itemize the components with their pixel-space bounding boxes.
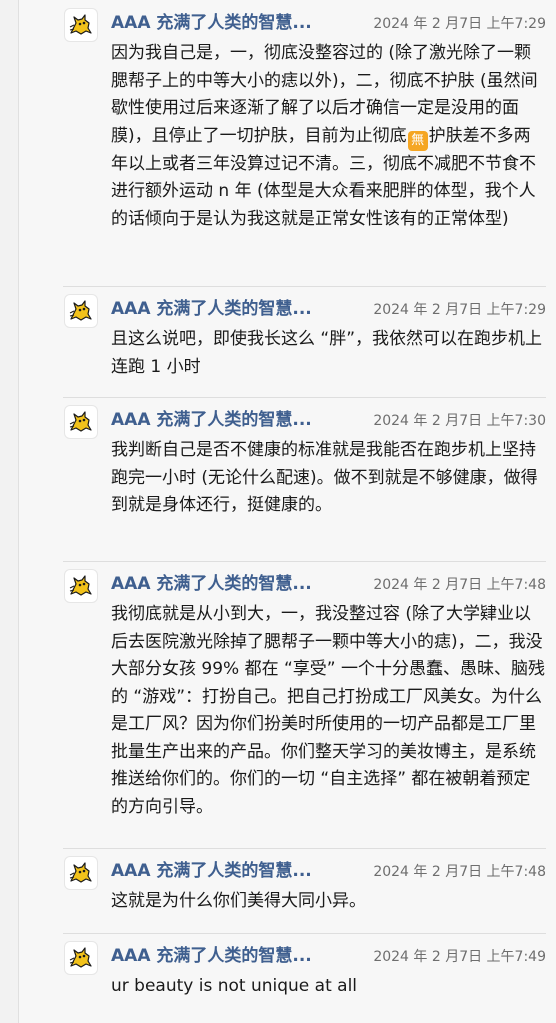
message-header: AAA 充满了人类的智慧... 2024 年 2 月7日 上午7:49: [111, 943, 546, 969]
message-time: 2024 年 2 月7日 上午7:29: [373, 302, 546, 318]
wu-emoji-icon: 無: [407, 130, 428, 151]
yellow-cat-icon: [69, 947, 92, 968]
message-item[interactable]: AAA 充满了人类的智慧... 2024 年 2 月7日 上午7:29 因为我自…: [19, 0, 556, 286]
message-time: 2024 年 2 月7日 上午7:29: [373, 16, 546, 32]
message-header: AAA 充满了人类的智慧... 2024 年 2 月7日 上午7:48: [111, 571, 546, 597]
sender-name[interactable]: AAA 充满了人类的智慧...: [111, 571, 312, 597]
message-header: AAA 充满了人类的智慧... 2024 年 2 月7日 上午7:48: [111, 858, 546, 884]
sender-name[interactable]: AAA 充满了人类的智慧...: [111, 296, 312, 322]
avatar[interactable]: [64, 294, 98, 328]
message-item[interactable]: AAA 充满了人类的智慧... 2024 年 2 月7日 上午7:49 ur b…: [19, 933, 556, 1023]
message-time: 2024 年 2 月7日 上午7:49: [373, 949, 546, 965]
message-header: AAA 充满了人类的智慧... 2024 年 2 月7日 上午7:30: [111, 407, 546, 433]
message-item[interactable]: AAA 充满了人类的智慧... 2024 年 2 月7日 上午7:48 我彻底就…: [19, 561, 556, 848]
message-header: AAA 充满了人类的智慧... 2024 年 2 月7日 上午7:29: [111, 296, 546, 322]
sender-name[interactable]: AAA 充满了人类的智慧...: [111, 407, 312, 433]
yellow-cat-icon: [69, 300, 92, 321]
yellow-cat-icon: [69, 575, 92, 596]
message-text[interactable]: 这就是为什么你们美得大同小异。: [111, 888, 546, 916]
message-item[interactable]: AAA 充满了人类的智慧... 2024 年 2 月7日 上午7:30 我判断自…: [19, 397, 556, 561]
yellow-cat-icon: [69, 411, 92, 432]
message-text[interactable]: 我彻底就是从小到大，一，我没整过容 (除了大学肄业以后去医院激光除掉了腮帮子一颗…: [111, 601, 546, 821]
avatar[interactable]: [64, 569, 98, 603]
avatar[interactable]: [64, 856, 98, 890]
yellow-cat-icon: [69, 14, 92, 35]
sender-name[interactable]: AAA 充满了人类的智慧...: [111, 10, 312, 36]
sender-name[interactable]: AAA 充满了人类的智慧...: [111, 858, 312, 884]
message-text[interactable]: 因为我自己是，一，彻底没整容过的 (除了激光除了一颗腮帮子上的中等大小的痣以外)…: [111, 40, 546, 233]
sender-name[interactable]: AAA 充满了人类的智慧...: [111, 943, 312, 969]
message-text[interactable]: ur beauty is not unique at all: [111, 973, 546, 1001]
message-time: 2024 年 2 月7日 上午7:48: [373, 577, 546, 593]
message-text[interactable]: 我判断自己是否不健康的标准就是我能否在跑步机上坚持跑完一小时 (无论什么配速)。…: [111, 437, 546, 520]
message-time: 2024 年 2 月7日 上午7:30: [373, 413, 546, 429]
message-item[interactable]: AAA 充满了人类的智慧... 2024 年 2 月7日 上午7:48 这就是为…: [19, 848, 556, 933]
avatar[interactable]: [64, 941, 98, 975]
message-item[interactable]: AAA 充满了人类的智慧... 2024 年 2 月7日 上午7:29 且这么说…: [19, 286, 556, 397]
avatar[interactable]: [64, 8, 98, 42]
avatar[interactable]: [64, 405, 98, 439]
yellow-cat-icon: [69, 862, 92, 883]
message-header: AAA 充满了人类的智慧... 2024 年 2 月7日 上午7:29: [111, 10, 546, 36]
chat-history-panel: AAA 充满了人类的智慧... 2024 年 2 月7日 上午7:29 因为我自…: [18, 0, 556, 1023]
message-time: 2024 年 2 月7日 上午7:48: [373, 864, 546, 880]
message-text[interactable]: 且这么说吧，即使我长这么 “胖”，我依然可以在跑步机上连跑 1 小时: [111, 326, 546, 381]
